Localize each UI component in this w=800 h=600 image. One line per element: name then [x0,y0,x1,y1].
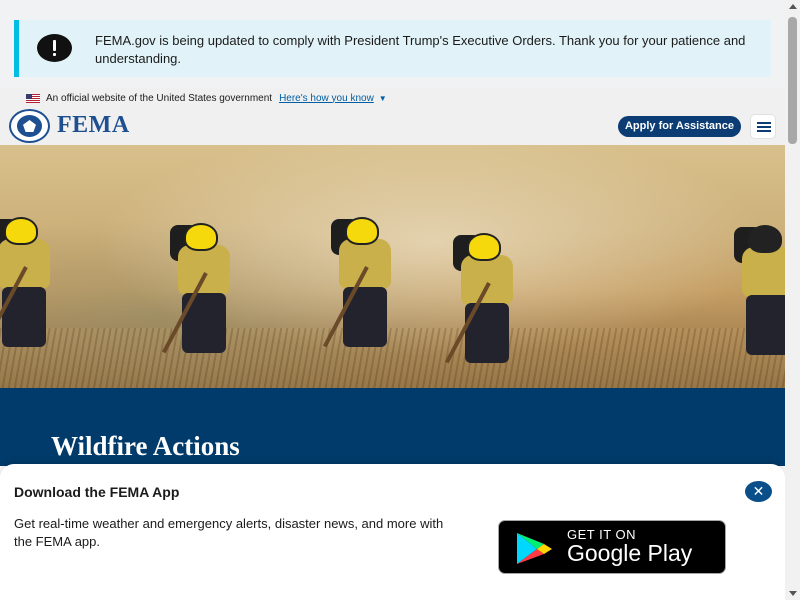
site-header: FEMA Apply for Assistance [0,108,785,145]
google-play-big-text: Google Play [567,540,693,566]
site-alert: FEMA.gov is being updated to comply with… [14,20,771,77]
alert-icon [37,34,72,62]
hamburger-line [757,126,771,128]
page-title: Wildfire Actions [51,431,240,461]
page: FEMA.gov is being updated to comply with… [0,0,785,600]
heres-how-you-know-link[interactable]: Here's how you know [279,93,374,104]
gov-banner-text: An official website of the United States… [46,92,273,104]
us-flag-icon [26,93,40,103]
page-scrollbar[interactable] [785,0,800,600]
menu-button[interactable] [750,114,776,139]
hamburger-menu-icon [757,122,771,124]
site-alert-region: FEMA.gov is being updated to comply with… [0,0,785,88]
scroll-up-icon[interactable] [789,4,797,9]
app-download-sheet: Download the FEMA App ✕ Get real-time we… [0,464,785,600]
alert-message: FEMA.gov is being updated to comply with… [95,33,746,66]
gov-banner: An official website of the United States… [0,88,785,108]
title-section: Wildfire Actions [0,388,785,466]
scrollbar-thumb[interactable] [788,17,797,144]
apply-for-assistance-button[interactable]: Apply for Assistance [618,116,741,137]
fema-logo-text[interactable]: FEMA [57,112,130,139]
scroll-down-icon[interactable] [789,591,797,596]
dhs-seal-icon[interactable] [9,109,50,143]
google-play-badge[interactable]: GET IT ON Google Play [498,520,726,574]
google-play-icon [517,533,552,564]
chevron-down-icon[interactable]: ▼ [379,94,387,103]
app-sheet-text: Get real-time weather and emergency aler… [14,516,444,549]
app-sheet-title: Download the FEMA App [14,484,180,500]
hamburger-line [757,130,771,132]
wildfire-crew-photo [0,145,785,388]
close-icon[interactable]: ✕ [745,481,772,502]
hero-grass [0,328,785,388]
